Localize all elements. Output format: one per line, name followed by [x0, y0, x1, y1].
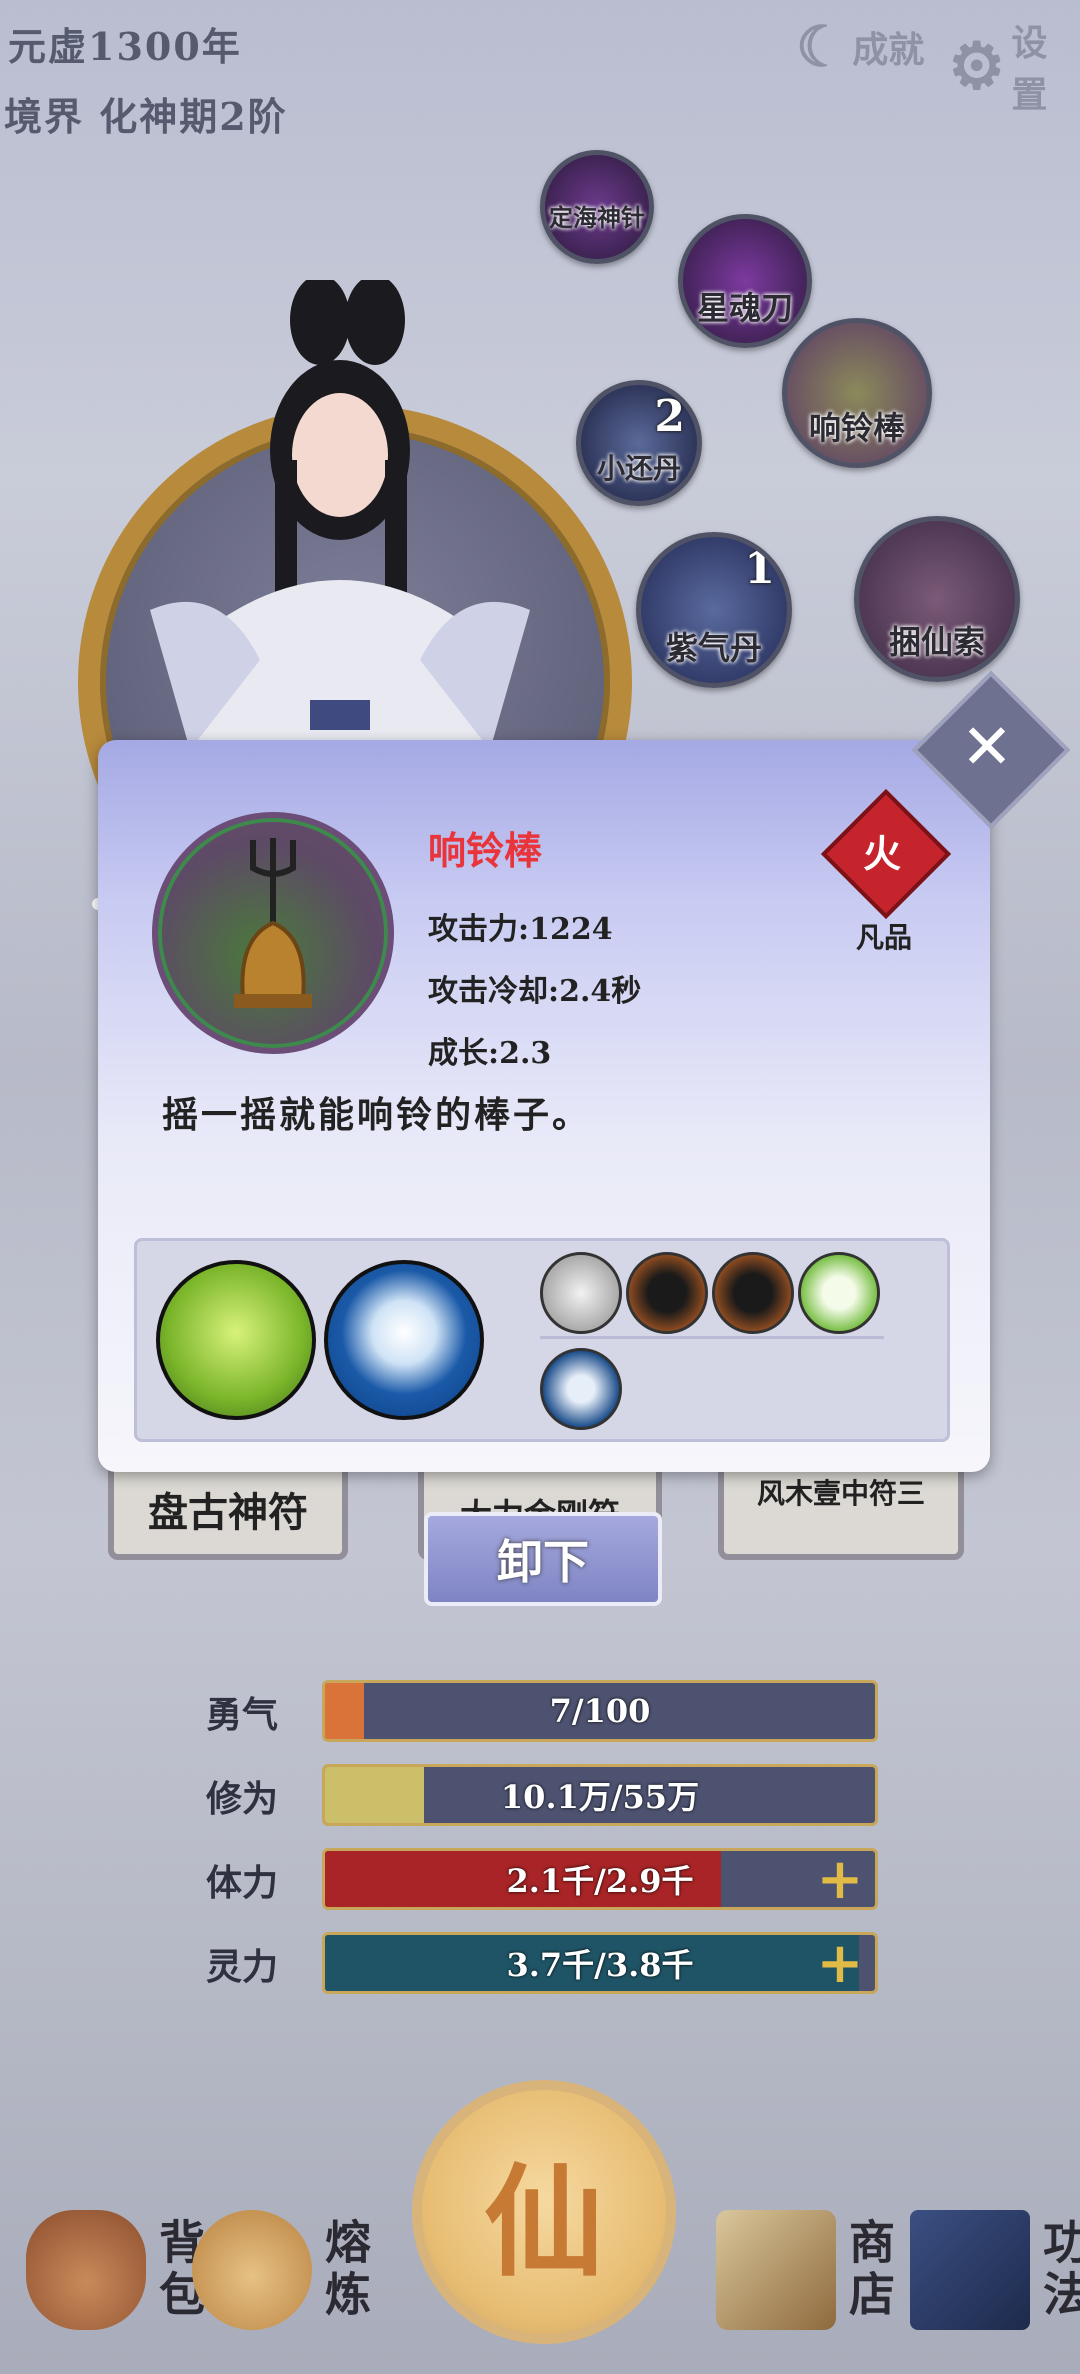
equip-label: 紫气丹 [665, 629, 762, 667]
close-icon[interactable]: ✕ [935, 694, 1039, 798]
scroll-icon [716, 2210, 836, 2330]
immortal-button[interactable]: 仙 [412, 2080, 676, 2344]
book-icon [910, 2210, 1030, 2330]
cultivation-label: 修为 [206, 1778, 279, 1820]
item-description: 摇一摇就能响铃的棒子。 [162, 1094, 592, 1136]
character-figure [150, 280, 530, 750]
skull-rune-icon[interactable] [712, 1252, 794, 1334]
bell-staff-icon [152, 812, 394, 1054]
fire-element-icon: 火 [862, 830, 901, 876]
equip-label: 星魂刀 [696, 289, 793, 327]
bell-skill-icon[interactable] [324, 1260, 484, 1420]
equip-slot-xianglingbang[interactable]: 响铃棒 [782, 318, 932, 468]
equip-label: 响铃棒 [808, 409, 905, 447]
item-count: 1 [744, 543, 775, 594]
equip-slot-xinghun[interactable]: 星魂刀 [678, 214, 812, 348]
skills-label: 功法 [1036, 2218, 1080, 2322]
item-grade: 凡品 [856, 921, 913, 954]
equip-slot-ziqidan[interactable]: 1 紫气丹 [636, 532, 792, 688]
sprout-rune-icon[interactable] [798, 1252, 880, 1334]
spirit-plus-button[interactable]: + [805, 1935, 875, 1991]
wind-skill-icon[interactable] [156, 1260, 316, 1420]
equip-label: 定海神针 [549, 203, 645, 232]
gust-rune-icon[interactable] [540, 1348, 622, 1430]
courage-value: 7/100 [549, 1692, 651, 1730]
spirit-value: 3.7千/3.8千 [506, 1946, 694, 1984]
equip-slot-dinghai[interactable]: 定海神针 [540, 150, 654, 264]
courage-label: 勇气 [206, 1694, 279, 1736]
stamina-bar: 2.1千/2.9千 + [322, 1848, 878, 1910]
item-count: 2 [654, 391, 685, 442]
smelt-label: 熔炼 [318, 2218, 372, 2322]
immortal-label: 仙 [484, 2152, 604, 2293]
unload-label: 卸下 [497, 1535, 589, 1589]
stamina-label: 体力 [206, 1862, 279, 1904]
slash-rune-icon[interactable] [540, 1252, 622, 1334]
skills-button[interactable]: 功法 [910, 2210, 1080, 2330]
cultivation-value: 10.1万/55万 [500, 1778, 700, 1816]
courage-bar: 7/100 [322, 1680, 878, 1742]
ore-icon [192, 2210, 312, 2330]
spirit-bar: 3.7千/3.8千 + [322, 1932, 878, 1994]
item-name: 响铃棒 [428, 828, 543, 873]
bag-icon [26, 2210, 146, 2330]
card-title: 风木壹中符三 [756, 1477, 925, 1510]
equip-label: 捆仙索 [888, 623, 985, 661]
equip-slot-xiaohuandan[interactable]: 2 小还丹 [576, 380, 702, 506]
equip-label: 小还丹 [596, 452, 681, 485]
cultivation-bar: 10.1万/55万 [322, 1764, 878, 1826]
smelt-button[interactable]: 熔炼 [192, 2210, 444, 2330]
growth-stat: 成长:2.3 [428, 1036, 552, 1071]
skull-rune-icon[interactable] [626, 1252, 708, 1334]
cooldown-stat: 攻击冷却:2.4秒 [428, 974, 642, 1009]
stamina-plus-button[interactable]: + [805, 1851, 875, 1907]
stamina-value: 2.1千/2.9千 [506, 1862, 694, 1900]
equip-slot-kunxiansuo[interactable]: 捆仙索 [854, 516, 1020, 682]
unload-button[interactable]: 卸下 [424, 1512, 662, 1606]
attack-stat: 攻击力:1224 [428, 912, 613, 947]
spirit-label: 灵力 [206, 1946, 279, 1988]
shop-label: 商店 [842, 2218, 896, 2322]
rune-divider [540, 1336, 884, 1339]
card-title: 盘古神符 [148, 1489, 308, 1536]
